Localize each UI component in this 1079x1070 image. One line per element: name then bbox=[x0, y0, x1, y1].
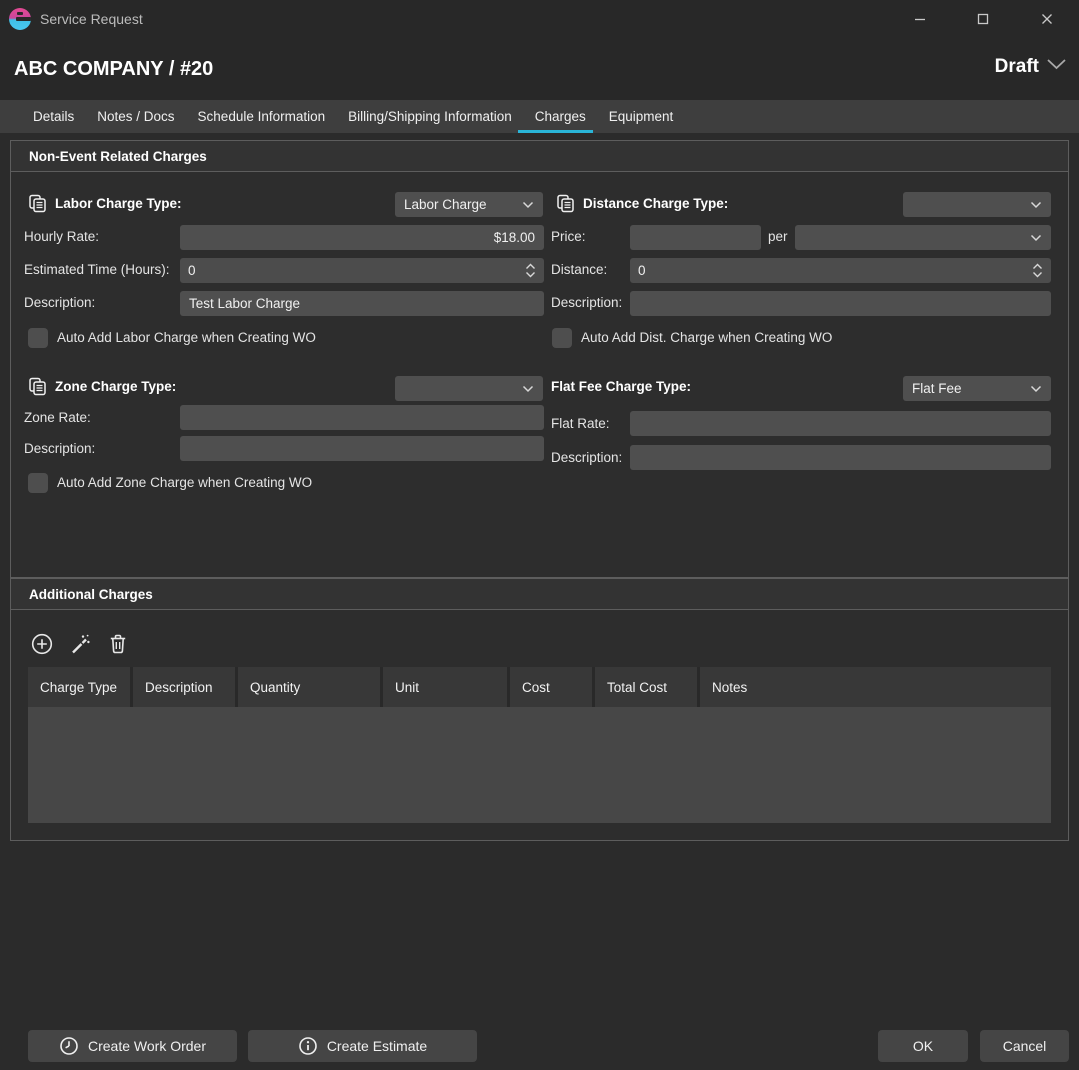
trash-icon bbox=[106, 632, 130, 656]
additional-charges-table: Charge Type Description Quantity Unit Co… bbox=[28, 667, 1051, 823]
auto-add-distance-checkbox[interactable] bbox=[552, 328, 572, 348]
table-header-row: Charge Type Description Quantity Unit Co… bbox=[28, 667, 1051, 707]
additional-charges-panel: Additional Charges Charge Type Descripti… bbox=[10, 578, 1069, 841]
estimated-time-label: Estimated Time (Hours): bbox=[24, 262, 170, 277]
service-request-window: Service Request ABC COMPANY / #20 Draft … bbox=[0, 0, 1079, 1070]
labor-charge-type-label: Labor Charge Type: bbox=[55, 196, 182, 211]
ok-label: OK bbox=[913, 1038, 933, 1054]
copy-document-icon bbox=[28, 377, 47, 396]
distance-charge-type-select[interactable] bbox=[903, 192, 1051, 217]
flat-fee-charge-type-select[interactable]: Flat Fee bbox=[903, 376, 1051, 401]
zone-charge-type-label: Zone Charge Type: bbox=[55, 379, 176, 394]
non-event-charges-panel-title: Non-Event Related Charges bbox=[11, 141, 1068, 172]
chevron-down-icon bbox=[522, 201, 534, 209]
flat-fee-charge-type-label: Flat Fee Charge Type: bbox=[551, 379, 691, 394]
hourly-rate-label: Hourly Rate: bbox=[24, 229, 99, 244]
auto-generate-charges-button[interactable] bbox=[67, 631, 93, 657]
copy-document-icon bbox=[556, 194, 575, 213]
tab-equipment[interactable]: Equipment bbox=[609, 100, 674, 133]
window-title: Service Request bbox=[40, 0, 143, 38]
hourly-rate-input[interactable] bbox=[180, 225, 544, 250]
zone-charge-type-select[interactable] bbox=[395, 376, 543, 401]
auto-add-zone-label: Auto Add Zone Charge when Creating WO bbox=[57, 475, 312, 490]
document-header: ABC COMPANY / #20 Draft bbox=[0, 38, 1079, 100]
flat-fee-description-label: Description: bbox=[551, 450, 622, 465]
additional-charges-panel-title: Additional Charges bbox=[11, 579, 1068, 610]
column-header-unit[interactable]: Unit bbox=[383, 667, 510, 707]
table-empty-body[interactable] bbox=[28, 707, 1051, 823]
app-logo-icon bbox=[9, 8, 31, 30]
copy-document-icon bbox=[28, 194, 47, 213]
create-work-order-button[interactable]: Create Work Order bbox=[28, 1030, 237, 1062]
flat-rate-input[interactable] bbox=[630, 411, 1051, 436]
tab-bar: Details Notes / Docs Schedule Informatio… bbox=[0, 100, 1079, 133]
close-button[interactable] bbox=[1030, 4, 1064, 34]
status-dropdown[interactable]: Draft bbox=[995, 56, 1067, 78]
price-input[interactable] bbox=[630, 225, 761, 250]
minimize-button[interactable] bbox=[903, 4, 937, 34]
page-title: ABC COMPANY / #20 bbox=[14, 58, 213, 81]
auto-add-zone-checkbox[interactable] bbox=[28, 473, 48, 493]
column-header-charge-type[interactable]: Charge Type bbox=[28, 667, 133, 707]
distance-charge-type-label: Distance Charge Type: bbox=[583, 196, 728, 211]
chevron-down-icon bbox=[1030, 234, 1042, 242]
create-estimate-label: Create Estimate bbox=[327, 1038, 427, 1054]
price-label: Price: bbox=[551, 229, 586, 244]
maximize-button[interactable] bbox=[966, 4, 1000, 34]
auto-add-labor-label: Auto Add Labor Charge when Creating WO bbox=[57, 330, 316, 345]
column-header-total-cost[interactable]: Total Cost bbox=[595, 667, 700, 707]
distance-description-label: Description: bbox=[551, 295, 622, 310]
zone-description-input[interactable] bbox=[180, 436, 544, 461]
labor-description-input[interactable] bbox=[180, 291, 544, 316]
per-unit-select[interactable] bbox=[795, 225, 1051, 250]
minimize-icon bbox=[913, 12, 927, 26]
delete-charge-button[interactable] bbox=[105, 631, 131, 657]
add-charge-button[interactable] bbox=[29, 631, 55, 657]
spinner-updown-icon bbox=[1032, 262, 1043, 279]
tab-billing-shipping-information[interactable]: Billing/Shipping Information bbox=[348, 100, 512, 133]
plus-circle-icon bbox=[30, 632, 54, 656]
distance-description-input[interactable] bbox=[630, 291, 1051, 316]
per-label: per bbox=[768, 229, 788, 244]
maximize-icon bbox=[976, 12, 990, 26]
flat-fee-description-input[interactable] bbox=[630, 445, 1051, 470]
create-estimate-button[interactable]: Create Estimate bbox=[248, 1030, 477, 1062]
zone-rate-label: Zone Rate: bbox=[24, 410, 91, 425]
labor-description-label: Description: bbox=[24, 295, 95, 310]
column-header-notes[interactable]: Notes bbox=[700, 667, 1051, 707]
tab-charges[interactable]: Charges bbox=[535, 100, 586, 133]
estimated-time-stepper[interactable]: 0 bbox=[180, 258, 544, 283]
ok-button[interactable]: OK bbox=[878, 1030, 968, 1062]
zone-description-label: Description: bbox=[24, 441, 95, 456]
tab-details[interactable]: Details bbox=[33, 100, 74, 133]
magic-wand-icon bbox=[68, 632, 92, 656]
info-icon bbox=[298, 1036, 318, 1056]
tab-schedule-information[interactable]: Schedule Information bbox=[198, 100, 326, 133]
cancel-button[interactable]: Cancel bbox=[980, 1030, 1069, 1062]
clock-icon bbox=[59, 1036, 79, 1056]
column-header-cost[interactable]: Cost bbox=[510, 667, 595, 707]
create-work-order-label: Create Work Order bbox=[88, 1038, 206, 1054]
chevron-down-icon bbox=[1030, 385, 1042, 393]
chevron-down-icon bbox=[1030, 201, 1042, 209]
non-event-charges-panel: Non-Event Related Charges Labor Charge T… bbox=[10, 140, 1069, 578]
flat-rate-label: Flat Rate: bbox=[551, 416, 610, 431]
labor-charge-type-select[interactable]: Labor Charge bbox=[395, 192, 543, 217]
close-icon bbox=[1040, 12, 1054, 26]
tab-notes-docs[interactable]: Notes / Docs bbox=[97, 100, 174, 133]
titlebar: Service Request bbox=[0, 0, 1079, 38]
auto-add-labor-checkbox[interactable] bbox=[28, 328, 48, 348]
zone-rate-input[interactable] bbox=[180, 405, 544, 430]
chevron-down-icon bbox=[522, 385, 534, 393]
cancel-label: Cancel bbox=[1003, 1038, 1047, 1054]
spinner-updown-icon bbox=[525, 262, 536, 279]
column-header-description[interactable]: Description bbox=[133, 667, 238, 707]
distance-stepper[interactable]: 0 bbox=[630, 258, 1051, 283]
chevron-down-icon bbox=[1046, 58, 1067, 71]
distance-label: Distance: bbox=[551, 262, 607, 277]
column-header-quantity[interactable]: Quantity bbox=[238, 667, 383, 707]
auto-add-distance-label: Auto Add Dist. Charge when Creating WO bbox=[581, 330, 832, 345]
status-badge: Draft bbox=[995, 56, 1039, 78]
